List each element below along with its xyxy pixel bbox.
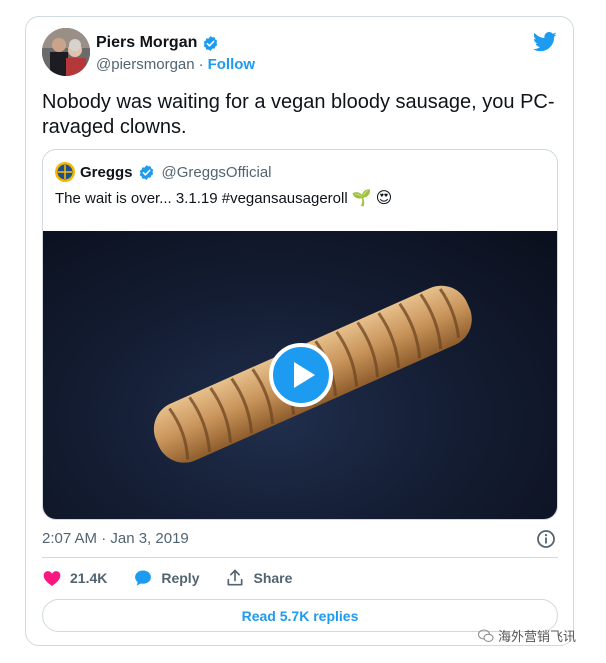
author-name-row: Piers Morgan: [96, 34, 219, 52]
play-icon[interactable]: [269, 343, 333, 407]
greggs-avatar[interactable]: [55, 162, 75, 182]
quoted-tweet-body: The wait is over... 3.1.19 #vegansausage…: [55, 189, 348, 207]
video-player[interactable]: [43, 231, 557, 519]
share-button[interactable]: Share: [225, 568, 292, 588]
seedling-emoji: 🌱: [351, 190, 372, 207]
author-avatar[interactable]: [42, 28, 90, 76]
heart-icon: [43, 571, 61, 586]
twitter-bird-icon[interactable]: [533, 32, 557, 52]
divider: [42, 557, 558, 558]
quoted-author-handle: @GreggsOfficial: [161, 163, 272, 181]
wechat-icon: [478, 629, 494, 642]
follow-button[interactable]: Follow: [208, 56, 256, 73]
verified-badge-icon: [204, 35, 218, 51]
author-handle-row: @piersmorgan · Follow: [96, 56, 256, 73]
info-icon[interactable]: [536, 529, 556, 549]
heart-eyes-emoji: 😍: [375, 190, 393, 207]
like-button[interactable]: 21.4K: [42, 568, 107, 588]
quoted-tweet-header: Greggs @GreggsOfficial: [55, 162, 272, 182]
reply-bubble-icon: [135, 570, 152, 586]
quoted-author-name: Greggs: [80, 163, 133, 181]
tweet-actions: 21.4K Reply Share: [42, 568, 318, 588]
tweet-timestamp[interactable]: 2:07 AM · Jan 3, 2019: [42, 530, 189, 547]
tweet-text: Nobody was waiting for a vegan bloody sa…: [42, 91, 555, 138]
avatar-photo: [42, 28, 90, 76]
like-count: 21.4K: [70, 570, 108, 586]
author-name[interactable]: Piers Morgan: [96, 34, 197, 52]
author-handle[interactable]: @piersmorgan: [96, 56, 195, 73]
quoted-tweet-text: The wait is over... 3.1.19 #vegansausage…: [55, 188, 392, 208]
share-label: Share: [253, 570, 293, 586]
reply-button[interactable]: Reply: [133, 568, 199, 588]
verified-badge-icon: [139, 164, 153, 180]
reply-label: Reply: [161, 570, 200, 586]
quoted-tweet[interactable]: Greggs @GreggsOfficial The wait is over.…: [42, 149, 558, 520]
watermark: 海外营销飞讯: [478, 626, 576, 645]
watermark-text: 海外营销飞讯: [498, 629, 577, 644]
share-icon: [227, 569, 243, 586]
